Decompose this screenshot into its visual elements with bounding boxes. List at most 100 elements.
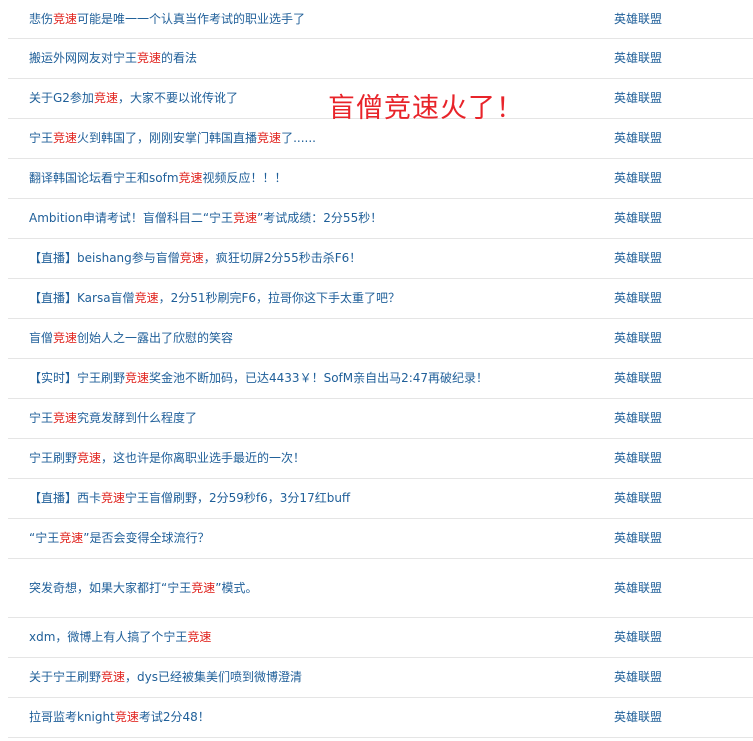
topic-row[interactable]: 悲伤竞速可能是唯一一个认真当作考试的职业选手了 英雄联盟 xyxy=(8,0,753,39)
title-text: Ambition申请考试！盲僧科目二“宁王 xyxy=(29,211,234,225)
topic-title-link[interactable]: 搬运外网网友对宁王竞速的看法 xyxy=(29,39,197,78)
title-text: 【直播】西卡 xyxy=(29,491,102,505)
keyword-highlight: 竞速 xyxy=(53,411,78,425)
title-text: 奖金池不断加码，已达4433￥！SofM亲自出马2:47再破纪录！ xyxy=(149,371,489,385)
title-text: 【直播】beishang参与盲僧 xyxy=(29,251,180,265)
topic-title-link[interactable]: 盲僧竞速创始人之一露出了欣慰的笑容 xyxy=(29,319,233,358)
title-text: 考试2分48！ xyxy=(138,710,210,724)
topic-row[interactable]: 关于宁王刷野竞速，dys已经被集美们喷到微博澄清 英雄联盟 xyxy=(8,658,753,698)
topic-category-link[interactable]: 英雄联盟 xyxy=(614,319,662,358)
topic-title-link[interactable]: 宁王刷野竞速，这也许是你离职业选手最近的一次！ xyxy=(29,439,305,478)
title-text: ，dys已经被集美们喷到微博澄清 xyxy=(125,670,303,684)
title-text: 可能是唯一一个认真当作考试的职业选手了 xyxy=(77,12,306,26)
keyword-highlight: 竞速 xyxy=(187,630,212,644)
topic-category-link[interactable]: 英雄联盟 xyxy=(614,399,662,438)
topic-row[interactable]: 突发奇想，如果大家都打“宁王竞速”模式。 英雄联盟 xyxy=(8,559,753,618)
topic-category-link[interactable]: 英雄联盟 xyxy=(614,439,662,478)
keyword-highlight: 竞速 xyxy=(101,670,126,684)
topic-title-link[interactable]: 宁王竞速究竟发酵到什么程度了 xyxy=(29,399,197,438)
title-text: 盲僧 xyxy=(29,331,54,345)
topic-title-link[interactable]: 【直播】Karsa盲僧竞速，2分51秒刷完F6，拉哥你这下手太重了吧？ xyxy=(29,279,400,318)
title-text: 视频反应！！！ xyxy=(202,171,287,185)
title-text: 宁王 xyxy=(29,411,54,425)
topic-title-link[interactable]: “宁王竞速”是否会变得全球流行？ xyxy=(29,519,209,558)
title-text: ，大家不要以讹传讹了 xyxy=(117,91,238,105)
keyword-highlight: 竞速 xyxy=(59,531,84,545)
keyword-highlight: 竞速 xyxy=(53,12,78,26)
topic-category-link[interactable]: 英雄联盟 xyxy=(614,698,662,737)
topic-row[interactable]: 宁王竞速究竟发酵到什么程度了 英雄联盟 xyxy=(8,399,753,439)
title-text: 宁王盲僧刷野，2分59秒f6，3分17红buff xyxy=(125,491,351,505)
title-text: “宁王 xyxy=(29,531,60,545)
topic-title-link[interactable]: 突发奇想，如果大家都打“宁王竞速”模式。 xyxy=(29,559,257,617)
topic-category-link[interactable]: 英雄联盟 xyxy=(614,159,662,198)
topic-title-link[interactable]: 【实时】宁王刷野竞速奖金池不断加码，已达4433￥！SofM亲自出马2:47再破… xyxy=(29,359,488,398)
topic-row[interactable]: 【直播】beishang参与盲僧竞速，疯狂切屏2分55秒击杀F6！ 英雄联盟 xyxy=(8,239,753,279)
keyword-highlight: 竞速 xyxy=(134,291,159,305)
keyword-highlight: 竞速 xyxy=(53,331,78,345)
title-text: 火到韩国了，刚刚安掌门韩国直播 xyxy=(77,131,258,145)
topic-row[interactable]: 【直播】西卡竞速宁王盲僧刷野，2分59秒f6，3分17红buff 英雄联盟 xyxy=(8,479,753,519)
title-text: 悲伤 xyxy=(29,12,54,26)
topic-category-link[interactable]: 英雄联盟 xyxy=(614,618,662,657)
keyword-highlight: 竞速 xyxy=(101,491,126,505)
keyword-highlight: 竞速 xyxy=(257,131,282,145)
title-text: 宁王 xyxy=(29,131,54,145)
topic-row[interactable]: 翻译韩国论坛看宁王和sofm竞速视频反应！！！ 英雄联盟 xyxy=(8,159,753,199)
topic-row[interactable]: 拉哥监考knight竞速考试2分48！ 英雄联盟 xyxy=(8,698,753,738)
topic-title-link[interactable]: xdm，微博上有人搞了个宁王竞速 xyxy=(29,618,211,657)
topic-title-link[interactable]: 关于宁王刷野竞速，dys已经被集美们喷到微博澄清 xyxy=(29,658,302,697)
topic-row[interactable]: 宁王竞速火到韩国了，刚刚安掌门韩国直播竞速了...... 英雄联盟 xyxy=(8,119,753,159)
keyword-highlight: 竞速 xyxy=(179,251,204,265)
topic-category-link[interactable]: 英雄联盟 xyxy=(614,519,662,558)
topic-title-link[interactable]: 【直播】西卡竞速宁王盲僧刷野，2分59秒f6，3分17红buff xyxy=(29,479,350,518)
topic-category-link[interactable]: 英雄联盟 xyxy=(614,359,662,398)
topic-category-link[interactable]: 英雄联盟 xyxy=(614,199,662,238)
topic-title-link[interactable]: 关于G2参加竞速，大家不要以讹传讹了 xyxy=(29,79,238,118)
topic-category-link[interactable]: 英雄联盟 xyxy=(614,658,662,697)
topic-row[interactable]: Ambition申请考试！盲僧科目二“宁王竞速”考试成绩：2分55秒！ 英雄联盟 xyxy=(8,199,753,239)
title-text: 搬运外网网友对宁王 xyxy=(29,51,138,65)
title-text: ”模式。 xyxy=(215,581,258,595)
keyword-highlight: 竞速 xyxy=(93,91,118,105)
overlay-caption: 盲僧竞速火了！ xyxy=(328,93,524,124)
topic-category-link[interactable]: 英雄联盟 xyxy=(614,79,662,118)
topic-row[interactable]: 宁王刷野竞速，这也许是你离职业选手最近的一次！ 英雄联盟 xyxy=(8,439,753,479)
topic-title-link[interactable]: Ambition申请考试！盲僧科目二“宁王竞速”考试成绩：2分55秒！ xyxy=(29,199,382,238)
title-text: ，疯狂切屏2分55秒击杀F6！ xyxy=(203,251,362,265)
topic-row[interactable]: 盲僧竞速创始人之一露出了欣慰的笑容 英雄联盟 xyxy=(8,319,753,359)
topic-category-link[interactable]: 英雄联盟 xyxy=(614,279,662,318)
topic-category-link[interactable]: 英雄联盟 xyxy=(614,559,662,617)
topic-title-link[interactable]: 【直播】beishang参与盲僧竞速，疯狂切屏2分55秒击杀F6！ xyxy=(29,239,361,278)
topic-row[interactable]: 【直播】Karsa盲僧竞速，2分51秒刷完F6，拉哥你这下手太重了吧？ 英雄联盟 xyxy=(8,279,753,319)
topic-title-link[interactable]: 宁王竞速火到韩国了，刚刚安掌门韩国直播竞速了...... xyxy=(29,119,316,158)
topic-row[interactable]: 搬运外网网友对宁王竞速的看法 英雄联盟 xyxy=(8,39,753,79)
title-text: 拉哥监考knight xyxy=(29,710,115,724)
title-text: ”是否会变得全球流行？ xyxy=(83,531,210,545)
title-text: ，2分51秒刷完F6，拉哥你这下手太重了吧？ xyxy=(158,291,401,305)
topic-title-link[interactable]: 悲伤竞速可能是唯一一个认真当作考试的职业选手了 xyxy=(29,0,305,38)
topic-row[interactable]: “宁王竞速”是否会变得全球流行？ 英雄联盟 xyxy=(8,519,753,559)
keyword-highlight: 竞速 xyxy=(114,710,139,724)
topic-category-link[interactable]: 英雄联盟 xyxy=(614,239,662,278)
topic-category-link[interactable]: 英雄联盟 xyxy=(614,0,662,38)
title-text: 关于宁王刷野 xyxy=(29,670,102,684)
title-text: 究竟发酵到什么程度了 xyxy=(77,411,198,425)
title-text: ”考试成绩：2分55秒！ xyxy=(257,211,383,225)
keyword-highlight: 竞速 xyxy=(178,171,203,185)
topic-category-link[interactable]: 英雄联盟 xyxy=(614,479,662,518)
title-text: 【实时】宁王刷野 xyxy=(29,371,126,385)
title-text: 关于G2参加 xyxy=(29,91,94,105)
topic-title-link[interactable]: 拉哥监考knight竞速考试2分48！ xyxy=(29,698,210,737)
topic-category-link[interactable]: 英雄联盟 xyxy=(614,119,662,158)
topic-row[interactable]: 【实时】宁王刷野竞速奖金池不断加码，已达4433￥！SofM亲自出马2:47再破… xyxy=(8,359,753,399)
topic-category-link[interactable]: 英雄联盟 xyxy=(614,39,662,78)
topic-title-link[interactable]: 翻译韩国论坛看宁王和sofm竞速视频反应！！！ xyxy=(29,159,287,198)
title-text: 了...... xyxy=(281,131,316,145)
keyword-highlight: 竞速 xyxy=(137,51,162,65)
title-text: 突发奇想，如果大家都打“宁王 xyxy=(29,581,192,595)
topic-row[interactable]: xdm，微博上有人搞了个宁王竞速 英雄联盟 xyxy=(8,618,753,658)
keyword-highlight: 竞速 xyxy=(233,211,258,225)
title-text: ，这也许是你离职业选手最近的一次！ xyxy=(101,451,306,465)
title-text: 宁王刷野 xyxy=(29,451,78,465)
